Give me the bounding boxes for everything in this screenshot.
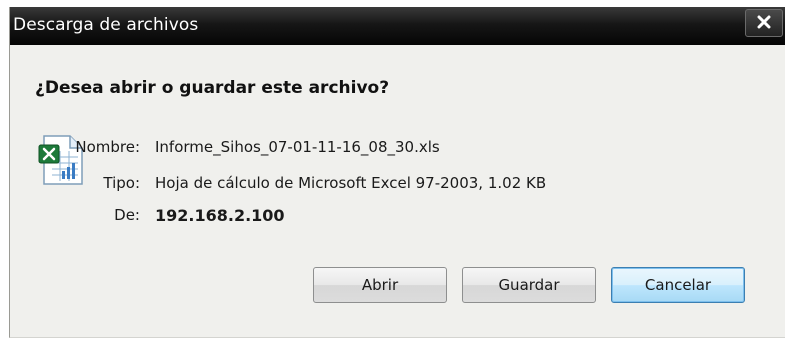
file-download-dialog: Descarga de archivos ¿Desea abrir o guar…: [9, 7, 785, 338]
file-type-label: Tipo:: [103, 174, 140, 192]
close-button[interactable]: [745, 9, 783, 37]
open-button[interactable]: Abrir: [313, 267, 447, 303]
dialog-question: ¿Desea abrir o guardar este archivo?: [35, 78, 390, 98]
file-name-label: Nombre:: [75, 138, 140, 156]
file-type-value: Hoja de cálculo de Microsoft Excel 97-20…: [155, 174, 547, 192]
file-name-value: Informe_Sihos_07-01-11-16_08_30.xls: [155, 138, 440, 156]
save-button[interactable]: Guardar: [462, 267, 596, 303]
cancel-button[interactable]: Cancelar: [611, 267, 745, 303]
file-source-value: 192.168.2.100: [155, 206, 285, 225]
title-bar[interactable]: Descarga de archivos: [10, 7, 785, 45]
close-icon: [757, 15, 771, 32]
file-source-label: De:: [114, 206, 140, 224]
window-title: Descarga de archivos: [13, 15, 199, 35]
